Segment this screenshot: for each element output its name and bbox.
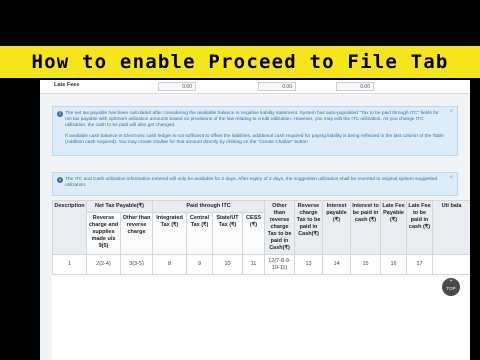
table-cell: 8 bbox=[152, 254, 188, 275]
late-fees-label: Late Fees bbox=[54, 82, 80, 88]
table-cell: 2(2-4) bbox=[86, 254, 121, 275]
notice-paragraph: The ITC and Cash utilization information… bbox=[65, 177, 438, 189]
table-cell: 16 bbox=[380, 254, 408, 275]
subcol-cess: CESS (₹) bbox=[242, 212, 266, 255]
info-notice-utilization: i × The net tax payable has been calcula… bbox=[52, 106, 458, 156]
subcol-central-tax: Central Tax (₹) bbox=[186, 212, 214, 255]
col-other-than-reverse-cash: Other than reverse charge Tax to be paid… bbox=[264, 200, 296, 255]
col-interest-cash: Interest to be paid in cash (₹) bbox=[350, 200, 382, 255]
table-cell: 12(7-8-9-10-11) bbox=[264, 254, 296, 275]
late-fees-row: Late Fees 0.00 0.00 0.00 bbox=[40, 80, 470, 94]
notice-paragraph: If available cash balance in Electronic … bbox=[65, 133, 444, 145]
close-icon[interactable]: × bbox=[449, 175, 453, 181]
table-cell bbox=[432, 254, 470, 275]
tax-payment-table: Description Net Tax Payable(₹) Paid thro… bbox=[52, 200, 470, 275]
col-description: Description bbox=[52, 200, 87, 255]
late-fee-value-2[interactable]: 0.00 bbox=[258, 82, 296, 91]
subcol-other-than-reverse: Other than reverse charge bbox=[119, 212, 154, 255]
col-utilizable-balance: Uti bala bbox=[432, 200, 470, 255]
table-cell: 9 bbox=[186, 254, 214, 275]
info-icon: i bbox=[57, 177, 63, 183]
table-cell: 15 bbox=[350, 254, 382, 275]
col-paid-through-itc: Paid through ITC bbox=[152, 200, 266, 214]
late-fee-value-3[interactable]: 0.00 bbox=[336, 82, 374, 91]
subcol-state-ut-tax: State/UT Tax (₹) bbox=[212, 212, 244, 255]
notice-paragraph: The net tax payable has been calculated … bbox=[65, 111, 439, 129]
table-cell: 3(3-5) bbox=[119, 254, 154, 275]
col-late-fee-payable: Late Fee Payable (₹) bbox=[380, 200, 408, 255]
late-fee-value-1[interactable]: 0.00 bbox=[158, 82, 196, 91]
subcol-reverse-charge: Reverse charge and supplies made u/s 9(5… bbox=[86, 212, 121, 255]
tax-payment-table-wrapper: Description Net Tax Payable(₹) Paid thro… bbox=[52, 200, 470, 360]
table-cell: 14 bbox=[322, 254, 352, 275]
title-banner: How to enable Proceed to File Tab bbox=[0, 44, 480, 80]
banner-title: How to enable Proceed to File Tab bbox=[31, 51, 449, 73]
col-late-fee-cash: Late Fee to be paid in cash (₹) bbox=[406, 200, 434, 255]
table-cell: 10 bbox=[212, 254, 244, 275]
video-frame: How to enable Proceed to File Tab Late F… bbox=[0, 0, 480, 360]
subcol-integrated-tax: Integrated Tax (₹) bbox=[152, 212, 188, 255]
table-row: 1 2(2-4) 3(3-5) 8 9 10 11 12(7-8-9-10-11… bbox=[52, 254, 470, 275]
back-to-top-button[interactable]: ⌃ TOP bbox=[442, 278, 460, 296]
col-reverse-charge-cash: Reverse charge Tax to be paid in Cash(₹) bbox=[294, 200, 324, 255]
gst-page: Late Fees 0.00 0.00 0.00 i × The net tax… bbox=[40, 80, 470, 360]
info-notice-expiry: i × The ITC and Cash utilization informa… bbox=[52, 172, 458, 196]
table-cell: 17 bbox=[406, 254, 434, 275]
table-cell: 13 bbox=[294, 254, 324, 275]
col-net-tax-payable: Net Tax Payable(₹) bbox=[85, 200, 154, 214]
col-interest-payable: Interest payable (₹) bbox=[322, 200, 352, 255]
top-label: TOP bbox=[446, 286, 456, 291]
info-icon: i bbox=[57, 111, 63, 117]
close-icon[interactable]: × bbox=[449, 109, 453, 115]
table-cell: 1 bbox=[52, 254, 87, 275]
table-cell: 11 bbox=[242, 254, 266, 275]
